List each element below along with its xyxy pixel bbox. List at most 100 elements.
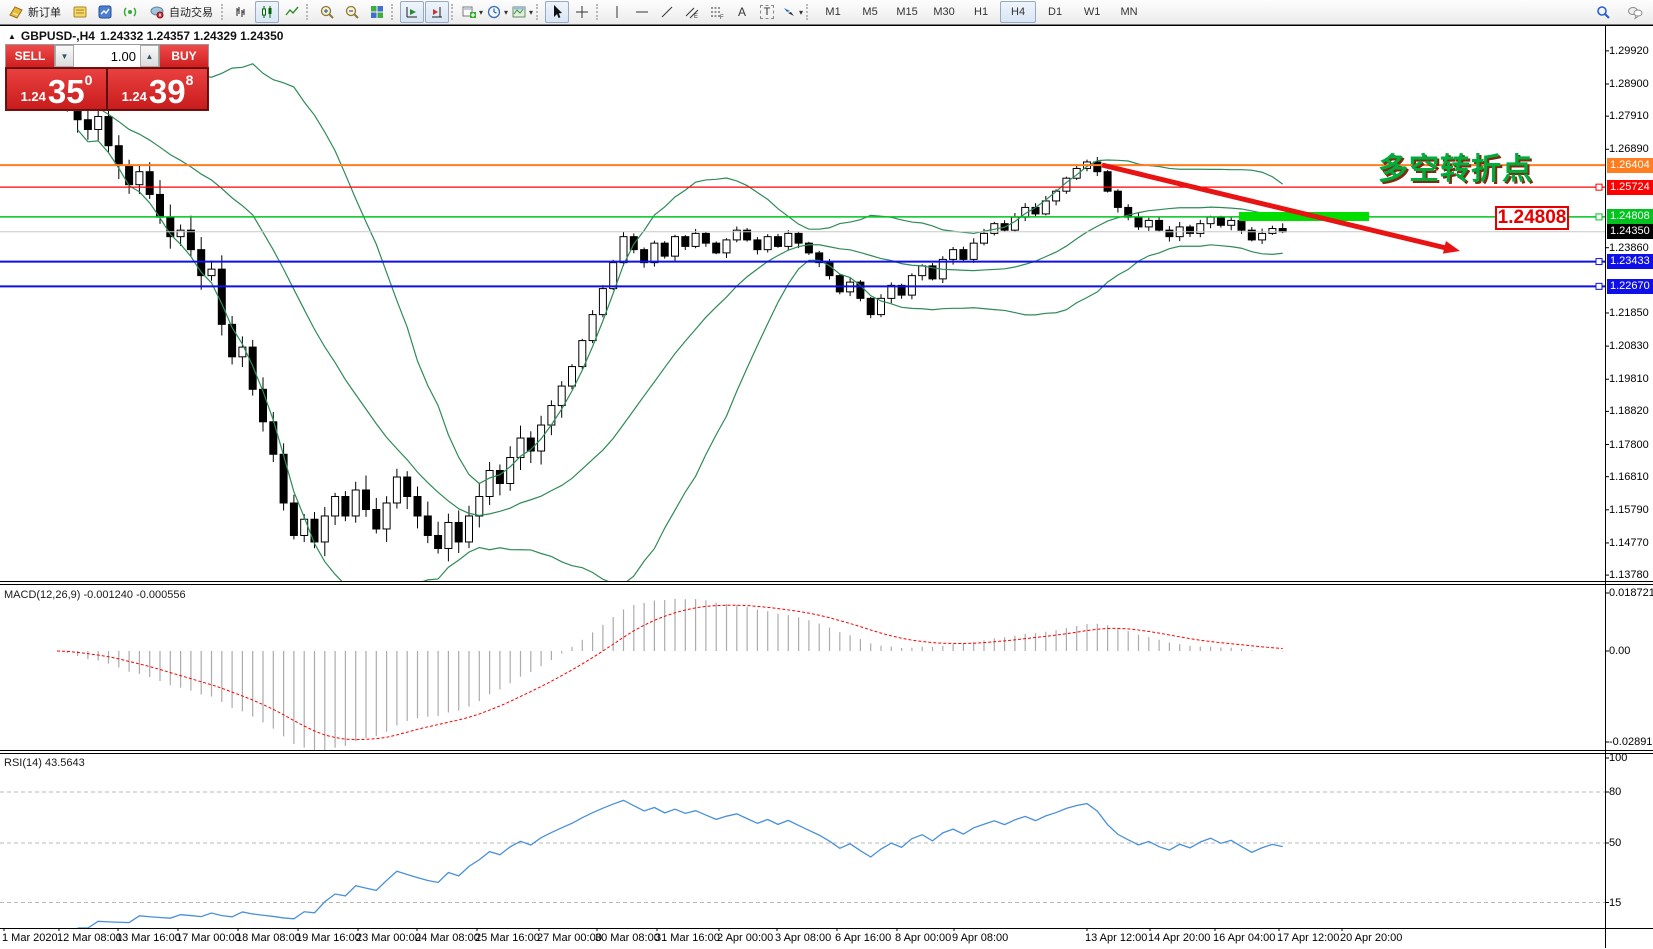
timeframe-m5[interactable]: M5 [852,1,888,23]
chart-shift-button[interactable] [425,1,449,23]
trendline-icon [659,4,675,20]
line-chart-icon [284,4,300,20]
text-label-icon: T [760,5,775,19]
sell-price-prefix: 1.24 [21,87,46,107]
text-tool[interactable]: A [730,1,754,23]
new-order-button[interactable]: 新订单 [2,1,67,23]
candlestick-icon [259,4,275,20]
signals-button[interactable] [118,1,142,23]
chat-button[interactable] [1623,1,1647,23]
toolbar-grip [451,4,456,20]
svg-text:E: E [694,14,698,20]
turning-point-annotation[interactable]: 多空转折点 [1378,144,1533,188]
fibonacci-tool[interactable]: F [705,1,729,23]
candlestick-chart-button[interactable] [255,1,279,23]
auto-scroll-icon [404,4,420,20]
timeframe-m15[interactable]: M15 [889,1,925,23]
mt4-window: 新订单 自动交易 [0,0,1653,949]
search-button[interactable] [1591,1,1615,23]
tile-windows-button[interactable] [365,1,389,23]
autotrade-button[interactable]: 自动交易 [143,1,219,23]
zoom-out-button[interactable] [340,1,364,23]
volume-input[interactable] [74,45,140,67]
chart-shift-icon [429,4,445,20]
buy-price-sup: 8 [186,72,194,88]
new-order-icon [8,4,24,20]
volume-increase-button[interactable]: ▲ [140,45,159,67]
template-icon [511,4,527,20]
line-chart-button[interactable] [280,1,304,23]
rsi-pane[interactable] [0,792,1605,928]
buy-price[interactable]: 1.24 39 8 [108,69,207,109]
new-order-label: 新订单 [28,4,61,20]
chevron-down-icon: ▾ [504,8,508,17]
cursor-button[interactable] [545,1,569,23]
sell-price-sup: 0 [85,72,93,88]
level-handle[interactable] [1596,259,1602,265]
bar-chart-icon [234,4,250,20]
clock-icon [486,4,502,20]
chart-title: ▲ GBPUSD-,H4 1.24332 1.24357 1.24329 1.2… [8,29,283,43]
macd-indicator-label: MACD(12,26,9) -0.001240 -0.000556 [4,589,186,601]
add-indicator-icon [461,4,477,20]
indicators-dropdown[interactable]: ▾ [460,1,484,23]
sell-button[interactable]: SELL [6,45,54,67]
level-handle[interactable] [1596,283,1602,289]
toolbar: 新订单 自动交易 [0,0,1653,25]
main-pane[interactable] [54,58,1287,604]
arrows-dropdown[interactable]: ▾ [780,1,804,23]
channel-tool[interactable]: E [680,1,704,23]
crosshair-button[interactable] [570,1,594,23]
toolbar-grip [221,4,226,20]
collapse-triangle-icon[interactable]: ▲ [8,32,16,41]
timeframe-w1[interactable]: W1 [1074,1,1110,23]
toolbar-grip [391,4,396,20]
templates-dropdown[interactable]: ▾ [510,1,534,23]
timeframe-d1[interactable]: D1 [1037,1,1073,23]
macd-pane[interactable] [57,599,1283,751]
text-label-tool[interactable]: T [755,1,779,23]
macd-signal-line [57,605,1283,739]
market-watch-button[interactable] [93,1,117,23]
one-click-trading-panel: SELL ▼ ▲ BUY 1.24 35 0 1.24 39 8 [5,44,209,111]
level-handle[interactable] [1596,184,1602,190]
zoom-in-button[interactable] [315,1,339,23]
timeframe-mn[interactable]: MN [1111,1,1147,23]
svg-text:F: F [720,15,724,20]
tile-windows-icon [369,4,385,20]
sell-price[interactable]: 1.24 35 0 [7,69,106,109]
horizontal-line-icon [634,4,650,20]
periods-dropdown[interactable]: ▾ [485,1,509,23]
level-handle[interactable] [1596,214,1602,220]
chat-icon [1627,4,1643,20]
bar-chart-button[interactable] [230,1,254,23]
timeframe-h1[interactable]: H1 [963,1,999,23]
autotrade-label: 自动交易 [169,4,213,20]
chevron-down-icon: ▾ [799,8,803,17]
buy-button[interactable]: BUY [160,45,208,67]
terminal-button[interactable] [68,1,92,23]
trendline-tool[interactable] [655,1,679,23]
buy-price-prefix: 1.24 [122,87,147,107]
auto-scroll-button[interactable] [400,1,424,23]
timeframe-h4[interactable]: H4 [1000,1,1036,23]
text-a-icon: A [738,5,746,19]
arrows-icon [781,4,797,20]
signal-icon [122,4,138,20]
price-chart[interactable] [0,0,1653,949]
toolbar-grip [306,4,311,20]
sell-price-big: 35 [48,77,85,107]
note-icon [72,4,88,20]
timeframe-m1[interactable]: M1 [815,1,851,23]
horizontal-line-tool[interactable] [630,1,654,23]
zoom-in-icon [319,4,335,20]
autotrade-icon [149,4,165,20]
chevron-down-icon: ▾ [529,8,533,17]
price-note-annotation[interactable]: 1.24808 [1495,206,1569,230]
rsi-line [78,800,1283,928]
toolbar-grip [806,4,811,20]
bollinger-lower [78,130,1283,603]
timeframe-m30[interactable]: M30 [926,1,962,23]
volume-decrease-button[interactable]: ▼ [55,45,74,67]
vertical-line-tool[interactable] [605,1,629,23]
